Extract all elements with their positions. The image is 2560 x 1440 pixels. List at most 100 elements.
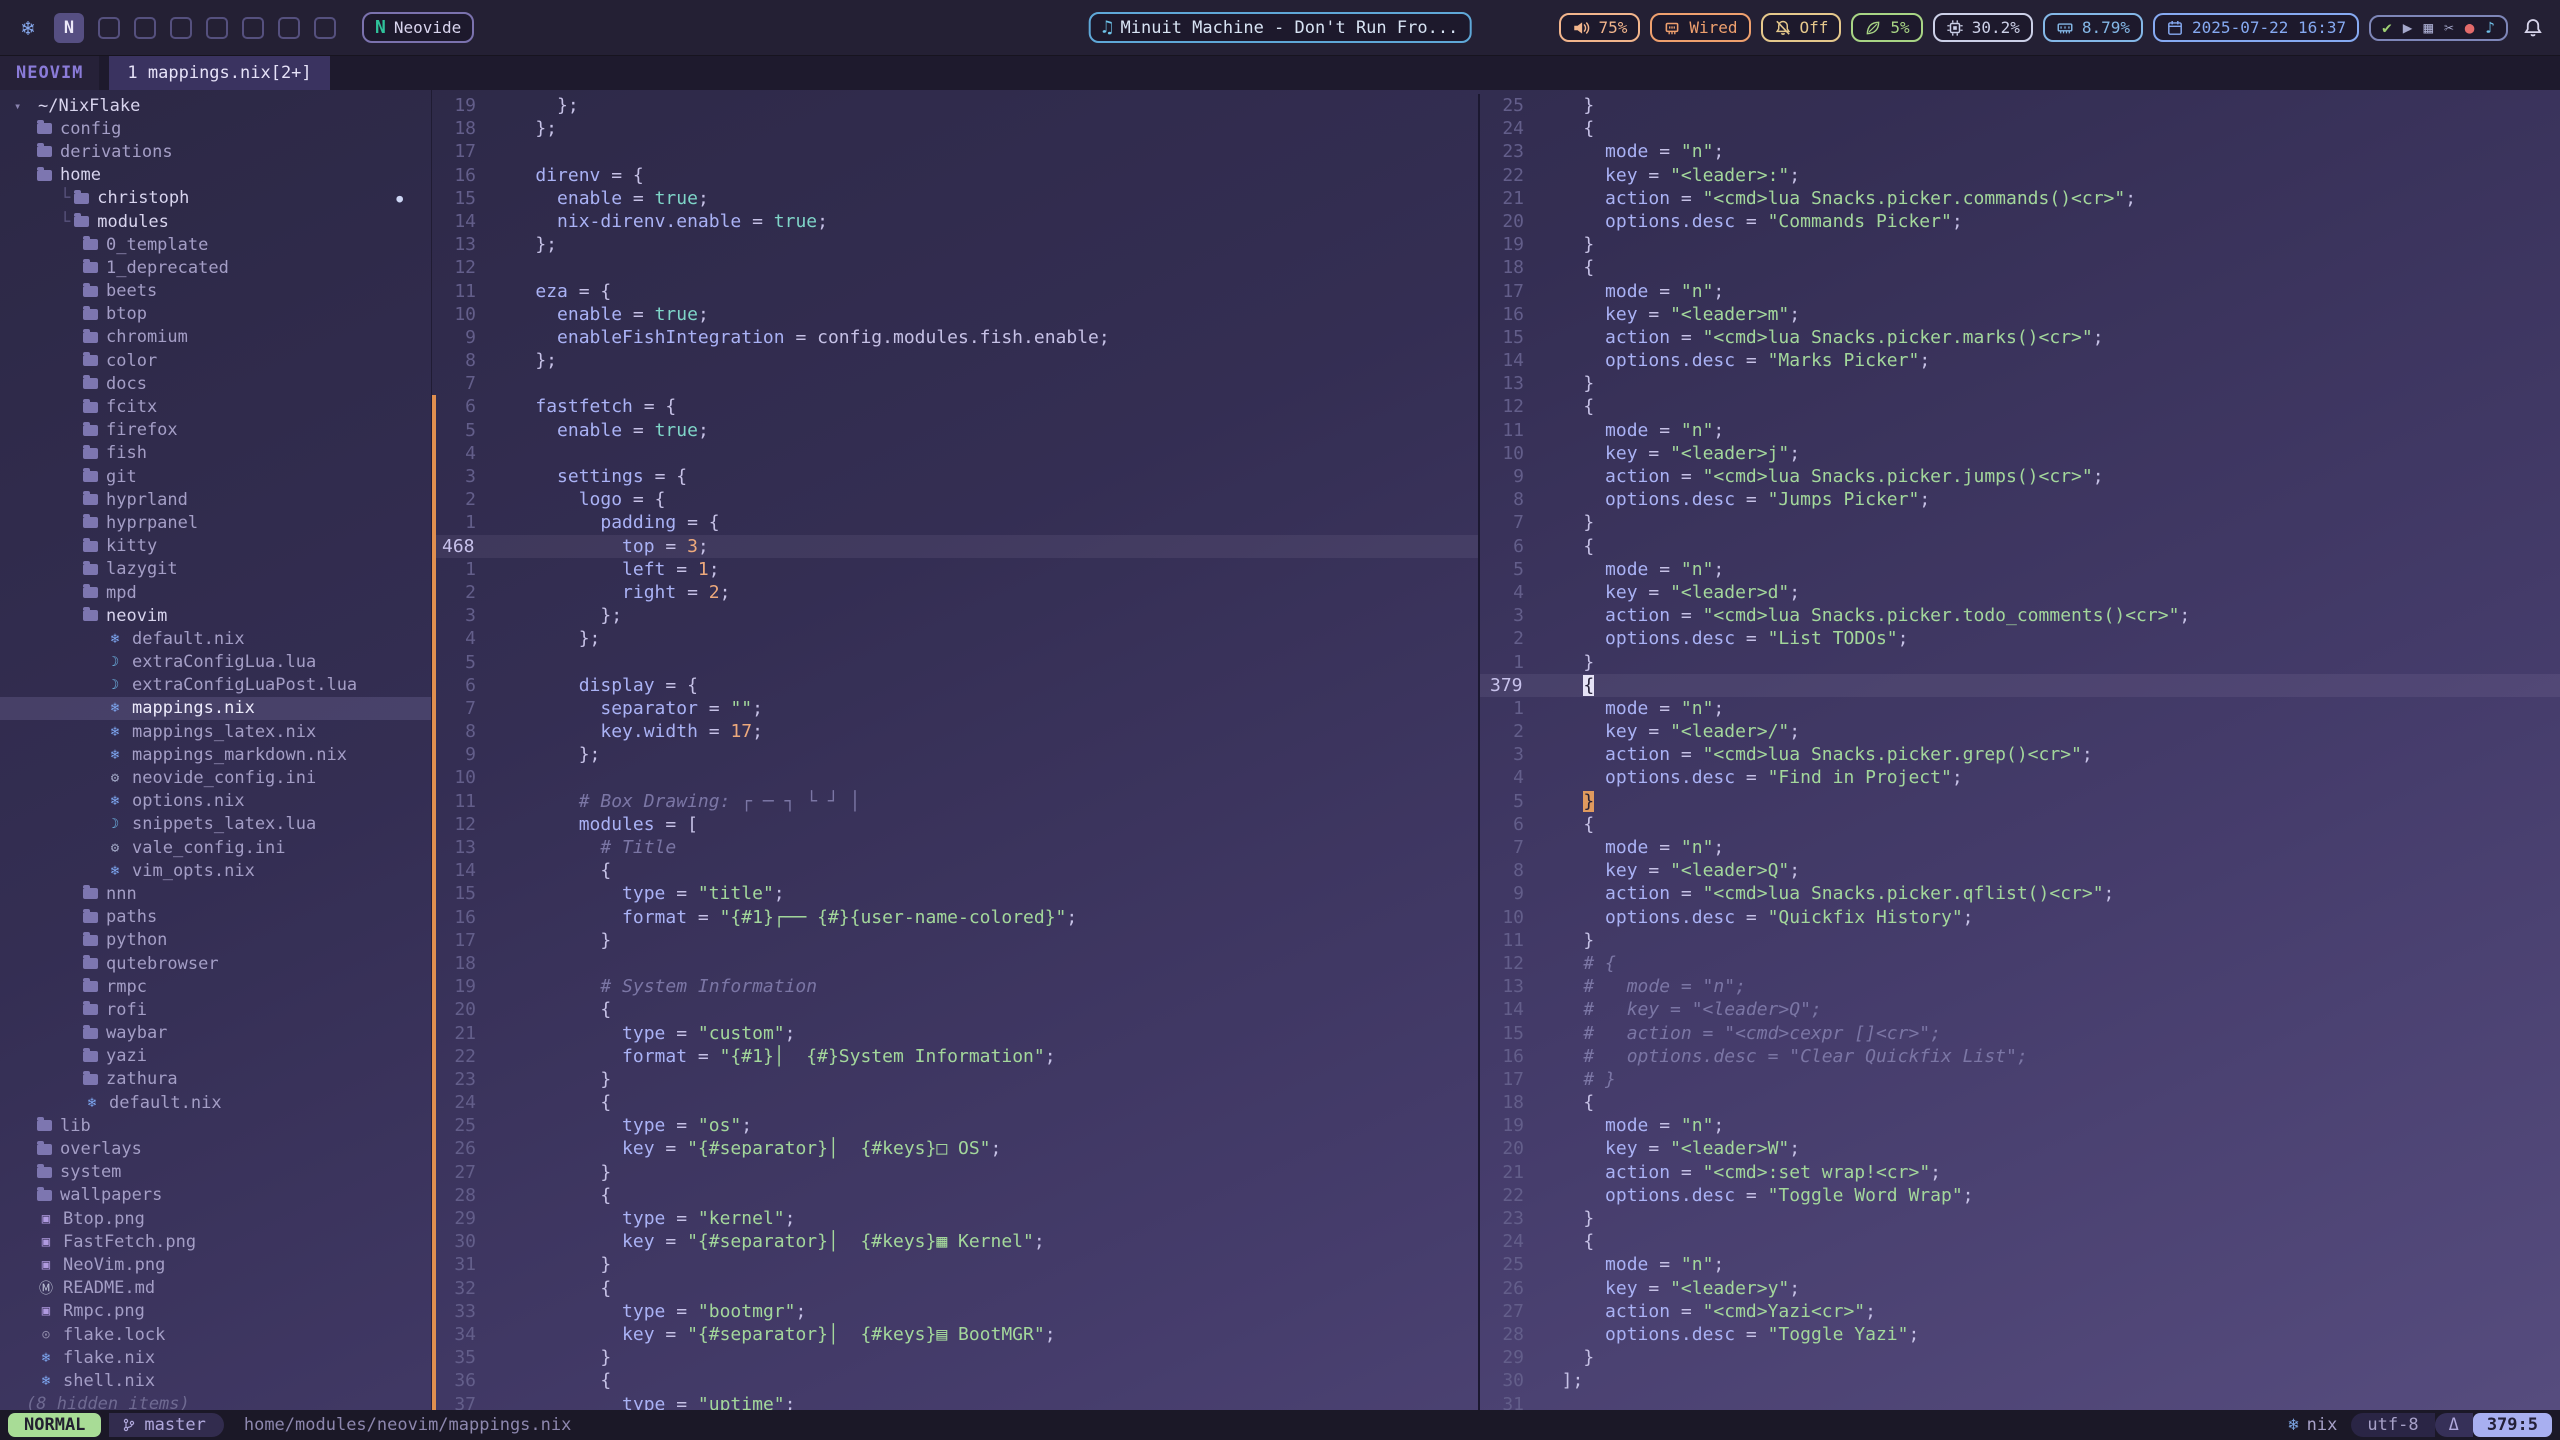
code-line[interactable]: 1 left = 1;	[432, 558, 1478, 581]
code-line[interactable]: 26 key = "<leader>y";	[1480, 1277, 2560, 1300]
tray-icon-2[interactable]: ▶	[2403, 20, 2413, 36]
tree-item[interactable]: ❄shell.nix	[0, 1369, 431, 1392]
tree-item[interactable]: beets	[0, 280, 431, 303]
code-line[interactable]: 16 direnv = {	[432, 164, 1478, 187]
workspace-active[interactable]: N	[54, 13, 84, 43]
tree-item[interactable]: git	[0, 465, 431, 488]
tree-item[interactable]: nnn	[0, 882, 431, 905]
tree-item[interactable]: rmpc	[0, 975, 431, 998]
code-line[interactable]: 2 logo = {	[432, 488, 1478, 511]
code-line[interactable]: 2 right = 2;	[432, 581, 1478, 604]
code-line[interactable]: 20 {	[432, 998, 1478, 1021]
code-line[interactable]: 21 type = "custom";	[432, 1022, 1478, 1045]
code-line[interactable]: 10 enable = true;	[432, 303, 1478, 326]
code-line[interactable]: 7 }	[1480, 511, 2560, 534]
tray-icon-3[interactable]: ▦	[2423, 20, 2433, 36]
tree-item[interactable]: ▣Btop.png	[0, 1207, 431, 1230]
code-line[interactable]: 12 modules = [	[432, 813, 1478, 836]
code-line[interactable]: 17 mode = "n";	[1480, 280, 2560, 303]
tree-item[interactable]: ❄flake.nix	[0, 1346, 431, 1369]
code-line[interactable]: 12	[432, 256, 1478, 279]
code-line[interactable]: 4 };	[432, 627, 1478, 650]
tree-item[interactable]: ❄mappings_latex.nix	[0, 720, 431, 743]
code-line[interactable]: 36 {	[432, 1369, 1478, 1392]
tree-item[interactable]: yazi	[0, 1045, 431, 1068]
code-line[interactable]: 379 {	[1480, 674, 2560, 697]
tree-item[interactable]: docs	[0, 372, 431, 395]
code-line[interactable]: 1 mode = "n";	[1480, 697, 2560, 720]
tree-item[interactable]: ▣FastFetch.png	[0, 1230, 431, 1253]
code-line[interactable]: 10 options.desc = "Quickfix History";	[1480, 906, 2560, 929]
code-line[interactable]: 31 }	[432, 1253, 1478, 1276]
cpu-module[interactable]: 30.2%	[1933, 13, 2033, 42]
code-line[interactable]: 5 }	[1480, 790, 2560, 813]
tree-item[interactable]: kitty	[0, 535, 431, 558]
notifications-module[interactable]: Off	[1761, 13, 1842, 42]
tree-item[interactable]: color	[0, 349, 431, 372]
code-line[interactable]: 11 mode = "n";	[1480, 419, 2560, 442]
tree-item[interactable]: wallpapers	[0, 1184, 431, 1207]
code-line[interactable]: 5	[432, 651, 1478, 674]
tree-item[interactable]: ❄options.nix	[0, 790, 431, 813]
code-line[interactable]: 3 action = "<cmd>lua Snacks.picker.grep(…	[1480, 743, 2560, 766]
code-line[interactable]: 22 format = "{#1}│ {#}System Information…	[432, 1045, 1478, 1068]
notification-bell-icon[interactable]	[2522, 17, 2544, 39]
tree-item[interactable]: ❄default.nix	[0, 1091, 431, 1114]
tree-item[interactable]: neovim	[0, 604, 431, 627]
code-line[interactable]: 11 eza = {	[432, 280, 1478, 303]
code-line[interactable]: 15 enable = true;	[432, 187, 1478, 210]
tree-item[interactable]: chromium	[0, 326, 431, 349]
code-line[interactable]: 1 padding = {	[432, 511, 1478, 534]
code-line[interactable]: 25 mode = "n";	[1480, 1253, 2560, 1276]
workspace-button[interactable]	[170, 17, 192, 39]
tree-item[interactable]: home	[0, 164, 431, 187]
code-line[interactable]: 16 # options.desc = "Clear Quickfix List…	[1480, 1045, 2560, 1068]
tree-item[interactable]: ⊙flake.lock	[0, 1323, 431, 1346]
tree-item[interactable]: ❄vim_opts.nix	[0, 859, 431, 882]
network-module[interactable]: Wired	[1650, 13, 1750, 42]
code-line[interactable]: 32 {	[432, 1277, 1478, 1300]
tree-item[interactable]: mpd	[0, 581, 431, 604]
tree-item[interactable]: derivations	[0, 140, 431, 163]
code-line[interactable]: 9 action = "<cmd>lua Snacks.picker.jumps…	[1480, 465, 2560, 488]
volume-module[interactable]: 75%	[1559, 13, 1640, 42]
tree-item[interactable]: rofi	[0, 998, 431, 1021]
tree-item[interactable]: paths	[0, 906, 431, 929]
tree-item[interactable]: 1_deprecated	[0, 256, 431, 279]
code-line[interactable]: 9 action = "<cmd>lua Snacks.picker.qflis…	[1480, 882, 2560, 905]
code-line[interactable]: 14 options.desc = "Marks Picker";	[1480, 349, 2560, 372]
code-line[interactable]: 25 type = "os";	[432, 1114, 1478, 1137]
tree-item[interactable]: config	[0, 117, 431, 140]
code-line[interactable]: 19 };	[432, 94, 1478, 117]
code-line[interactable]: 6 display = {	[432, 674, 1478, 697]
code-line[interactable]: 15 action = "<cmd>lua Snacks.picker.mark…	[1480, 326, 2560, 349]
code-line[interactable]: 35 }	[432, 1346, 1478, 1369]
tree-item[interactable]: ☽snippets_latex.lua	[0, 813, 431, 836]
tree-item[interactable]: ▾~/NixFlake	[0, 94, 431, 117]
code-line[interactable]: 16 format = "{#1}┌── {#}{user-name-color…	[432, 906, 1478, 929]
memory-module[interactable]: 8.79%	[2043, 13, 2143, 42]
code-line[interactable]: 468 top = 3;	[432, 535, 1478, 558]
code-line[interactable]: 21 action = "<cmd>lua Snacks.picker.comm…	[1480, 187, 2560, 210]
code-line[interactable]: 30 key = "{#separator}│ {#keys}▦ Kernel"…	[432, 1230, 1478, 1253]
code-line[interactable]: 17 # }	[1480, 1068, 2560, 1091]
workspace-button[interactable]	[98, 17, 120, 39]
code-line[interactable]: 3 settings = {	[432, 465, 1478, 488]
code-line[interactable]: 5 enable = true;	[432, 419, 1478, 442]
code-line[interactable]: 20 key = "<leader>W";	[1480, 1137, 2560, 1160]
code-line[interactable]: 9 enableFishIntegration = config.modules…	[432, 326, 1478, 349]
code-line[interactable]: 18 {	[1480, 1091, 2560, 1114]
power-saver-module[interactable]: 5%	[1851, 13, 1922, 42]
code-line[interactable]: 24 {	[1480, 117, 2560, 140]
code-line[interactable]: 24 {	[432, 1091, 1478, 1114]
code-line[interactable]: 7 mode = "n";	[1480, 836, 2560, 859]
tree-item[interactable]: hyprpanel	[0, 511, 431, 534]
code-line[interactable]: 30 ];	[1480, 1369, 2560, 1392]
code-line[interactable]: 11 # Box Drawing: ┌ ─ ┐ └ ┘ │	[432, 790, 1478, 813]
code-line[interactable]: 23 mode = "n";	[1480, 140, 2560, 163]
code-line[interactable]: 10	[432, 766, 1478, 789]
code-line[interactable]: 18 {	[1480, 256, 2560, 279]
workspace-button[interactable]	[206, 17, 228, 39]
code-line[interactable]: 8 options.desc = "Jumps Picker";	[1480, 488, 2560, 511]
code-line[interactable]: 23 }	[1480, 1207, 2560, 1230]
